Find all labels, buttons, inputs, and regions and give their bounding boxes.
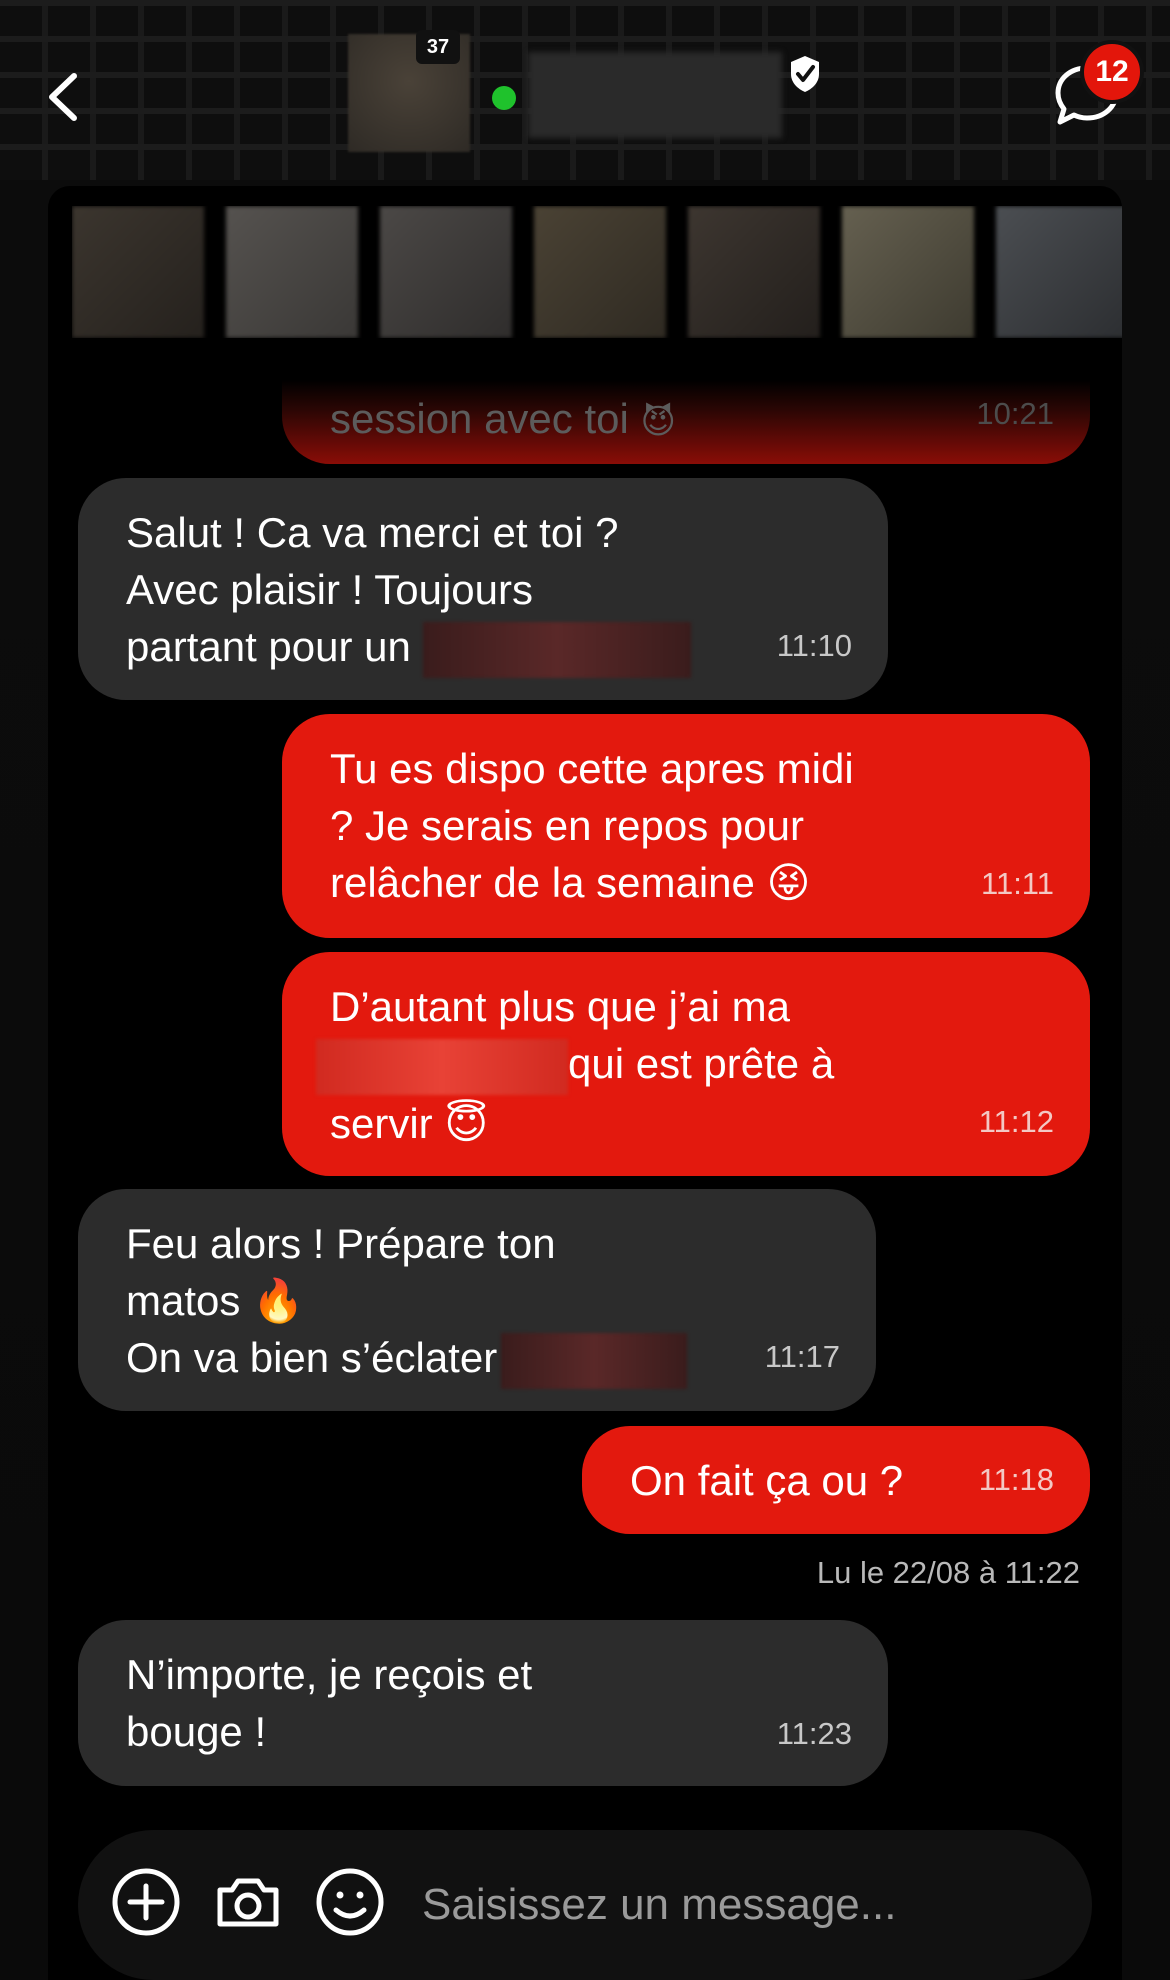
message-time: 11:11 [981, 866, 1054, 901]
contact-name-redacted[interactable] [528, 52, 782, 138]
message-line: D’autant plus que j’ai ma [330, 983, 790, 1030]
photo-thumbnail[interactable] [534, 206, 666, 338]
message-text: session avec toi 😈 [330, 395, 676, 442]
notification-badge: 12 [1080, 40, 1144, 104]
photo-thumbnail[interactable] [688, 206, 820, 338]
add-icon[interactable] [110, 1866, 182, 1938]
redacted-text [422, 621, 691, 678]
photo-thumbnail[interactable] [72, 206, 204, 338]
message-line: partant pour un [126, 618, 840, 678]
message-composer [78, 1830, 1092, 1980]
verified-shield-icon [791, 56, 819, 92]
message-line: N’importe, je reçois et [126, 1651, 533, 1698]
photo-thumbnail[interactable] [842, 206, 974, 338]
message-line: relâcher de la semaine 😝 [330, 859, 811, 906]
photo-thumbnail[interactable] [996, 206, 1122, 338]
message-time: 10:21 [976, 396, 1054, 431]
message-input[interactable] [420, 1872, 984, 1938]
message-line: Avec plaisir ! Toujours [126, 566, 533, 613]
message-bubble-incoming[interactable]: N’importe, je reçois et bouge ! 11:23 [78, 1620, 888, 1786]
message-bubble-incoming[interactable]: Salut ! Ca va merci et toi ? Avec plaisi… [78, 478, 888, 700]
back-chevron-icon [49, 73, 77, 121]
message-line: servir 😇 [330, 1099, 489, 1147]
message-line: Tu es dispo cette apres midi [330, 745, 854, 792]
photo-thumbnail[interactable] [226, 206, 358, 338]
redacted-text [501, 1332, 688, 1389]
emoji: 😇 [444, 1099, 489, 1147]
message-line: Feu alors ! Prépare ton [126, 1220, 556, 1267]
photo-strip[interactable] [72, 206, 1122, 338]
message-line: bouge ! [126, 1708, 267, 1755]
emoji: 🔥 [252, 1277, 305, 1324]
emoji-icon[interactable] [314, 1866, 386, 1938]
message-line: Salut ! Ca va merci et toi ? [126, 509, 619, 556]
message-line: qui est prête à [316, 1035, 1042, 1095]
message-time: 11:12 [978, 1104, 1054, 1139]
photo-thumbnail[interactable] [380, 206, 512, 338]
message-time: 11:10 [776, 628, 852, 663]
read-receipt: Lu le 22/08 à 11:22 [816, 1555, 1080, 1590]
message-line: matos 🔥 [126, 1277, 305, 1324]
camera-icon[interactable] [212, 1866, 284, 1938]
message-bubble-incoming[interactable]: Feu alors ! Prépare ton matos 🔥 On va bi… [78, 1189, 876, 1411]
message-line: ? Je serais en repos pour [330, 802, 804, 849]
chat-header: 37 12 [0, 0, 1170, 180]
emoji: 😝 [766, 859, 811, 906]
back-button[interactable] [40, 62, 90, 132]
message-bubble-outgoing[interactable]: Tu es dispo cette apres midi ? Je serais… [282, 714, 1090, 938]
message-line: On va bien s’éclater [126, 1329, 828, 1389]
online-status-dot [492, 86, 516, 110]
message-time: 11:17 [764, 1339, 840, 1374]
message-bubble-outgoing[interactable]: On fait ça ou ? 11:18 [582, 1426, 1090, 1534]
message-time: 11:23 [776, 1716, 852, 1751]
redacted-text [316, 1038, 568, 1095]
message-time: 11:18 [978, 1462, 1054, 1497]
message-bubble-outgoing[interactable]: D’autant plus que j’ai ma qui est prête … [282, 952, 1090, 1176]
message-bubble-outgoing[interactable]: session avec toi 😈 10:21 [282, 380, 1090, 464]
age-badge: 37 [416, 30, 460, 64]
